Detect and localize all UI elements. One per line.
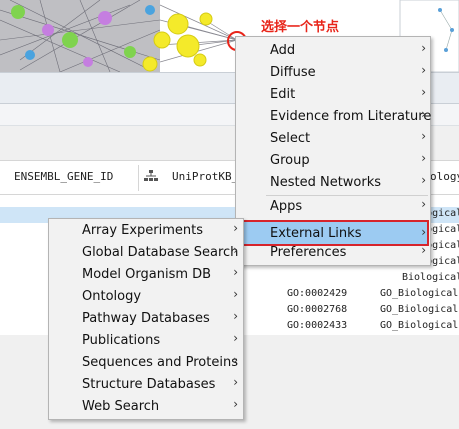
go-term-cell[interactable]: Biological: [402, 272, 459, 283]
menu-item-edit[interactable]: Edit ›: [237, 84, 429, 106]
chevron-right-icon: ›: [233, 265, 238, 279]
hierarchy-icon: [144, 170, 158, 181]
submenu-item-publications[interactable]: Publications ›: [50, 330, 242, 352]
column-header-ontology[interactable]: ology: [430, 170, 459, 183]
submenu-item-ontology[interactable]: Ontology ›: [50, 286, 242, 308]
column-header-ensembl[interactable]: ENSEMBL_GENE_ID: [14, 170, 113, 183]
submenu-item-global-database-search[interactable]: Global Database Search ›: [50, 242, 242, 264]
chevron-right-icon: ›: [233, 375, 238, 389]
menu-item-preferences[interactable]: Preferences ›: [237, 242, 429, 264]
menu-item-nested-networks[interactable]: Nested Networks ›: [237, 172, 429, 194]
chevron-right-icon: ›: [421, 41, 426, 55]
menu-item-group[interactable]: Group ›: [237, 150, 429, 172]
chevron-right-icon: ›: [421, 107, 426, 121]
node-context-menu: Add › Diffuse › Edit › Evidence from Lit…: [235, 36, 431, 266]
submenu-item-pathway-databases[interactable]: Pathway Databases ›: [50, 308, 242, 330]
column-divider: [138, 165, 139, 191]
column-header-uniprot[interactable]: UniProtKB_A: [172, 170, 245, 183]
chevron-right-icon: ›: [421, 151, 426, 165]
submenu-item-web-search[interactable]: Web Search ›: [50, 396, 242, 418]
go-term-cell[interactable]: GO_Biological: [380, 288, 458, 299]
menu-item-select[interactable]: Select ›: [237, 128, 429, 150]
go-term-cell[interactable]: GO_Biological: [380, 304, 458, 315]
chevron-right-icon: ›: [421, 173, 426, 187]
submenu-item-model-organism-db[interactable]: Model Organism DB ›: [50, 264, 242, 286]
chevron-right-icon: ›: [233, 309, 238, 323]
menu-item-evidence-from-literature[interactable]: Evidence from Literature ›: [237, 106, 431, 128]
chevron-right-icon: ›: [421, 63, 426, 77]
menu-item-apps[interactable]: Apps ›: [237, 196, 429, 218]
chevron-right-icon: ›: [233, 221, 238, 235]
go-id-cell[interactable]: GO:0002433: [287, 320, 347, 331]
chevron-right-icon: ›: [421, 225, 426, 239]
chevron-right-icon: ›: [233, 397, 238, 411]
submenu-item-structure-databases[interactable]: Structure Databases ›: [50, 374, 242, 396]
chevron-right-icon: ›: [421, 129, 426, 143]
chevron-right-icon: ›: [233, 353, 238, 367]
submenu-item-array-experiments[interactable]: Array Experiments ›: [50, 220, 242, 242]
menu-item-add[interactable]: Add ›: [237, 40, 429, 62]
chevron-right-icon: ›: [421, 243, 426, 257]
chevron-right-icon: ›: [233, 331, 238, 345]
chevron-right-icon: ›: [421, 197, 426, 211]
go-id-cell[interactable]: GO:0002768: [287, 304, 347, 315]
chevron-right-icon: ›: [421, 85, 426, 99]
menu-item-diffuse[interactable]: Diffuse ›: [237, 62, 429, 84]
go-term-cell[interactable]: GO_Biological: [380, 320, 458, 331]
external-links-submenu: Array Experiments › Global Database Sear…: [48, 218, 244, 420]
chevron-right-icon: ›: [233, 287, 238, 301]
chevron-right-icon: ›: [233, 243, 238, 257]
annotation-select-node: 选择一个节点: [261, 20, 340, 35]
go-id-cell[interactable]: GO:0002429: [287, 288, 347, 299]
submenu-item-sequences-and-proteins[interactable]: Sequences and Proteins ›: [50, 352, 242, 374]
